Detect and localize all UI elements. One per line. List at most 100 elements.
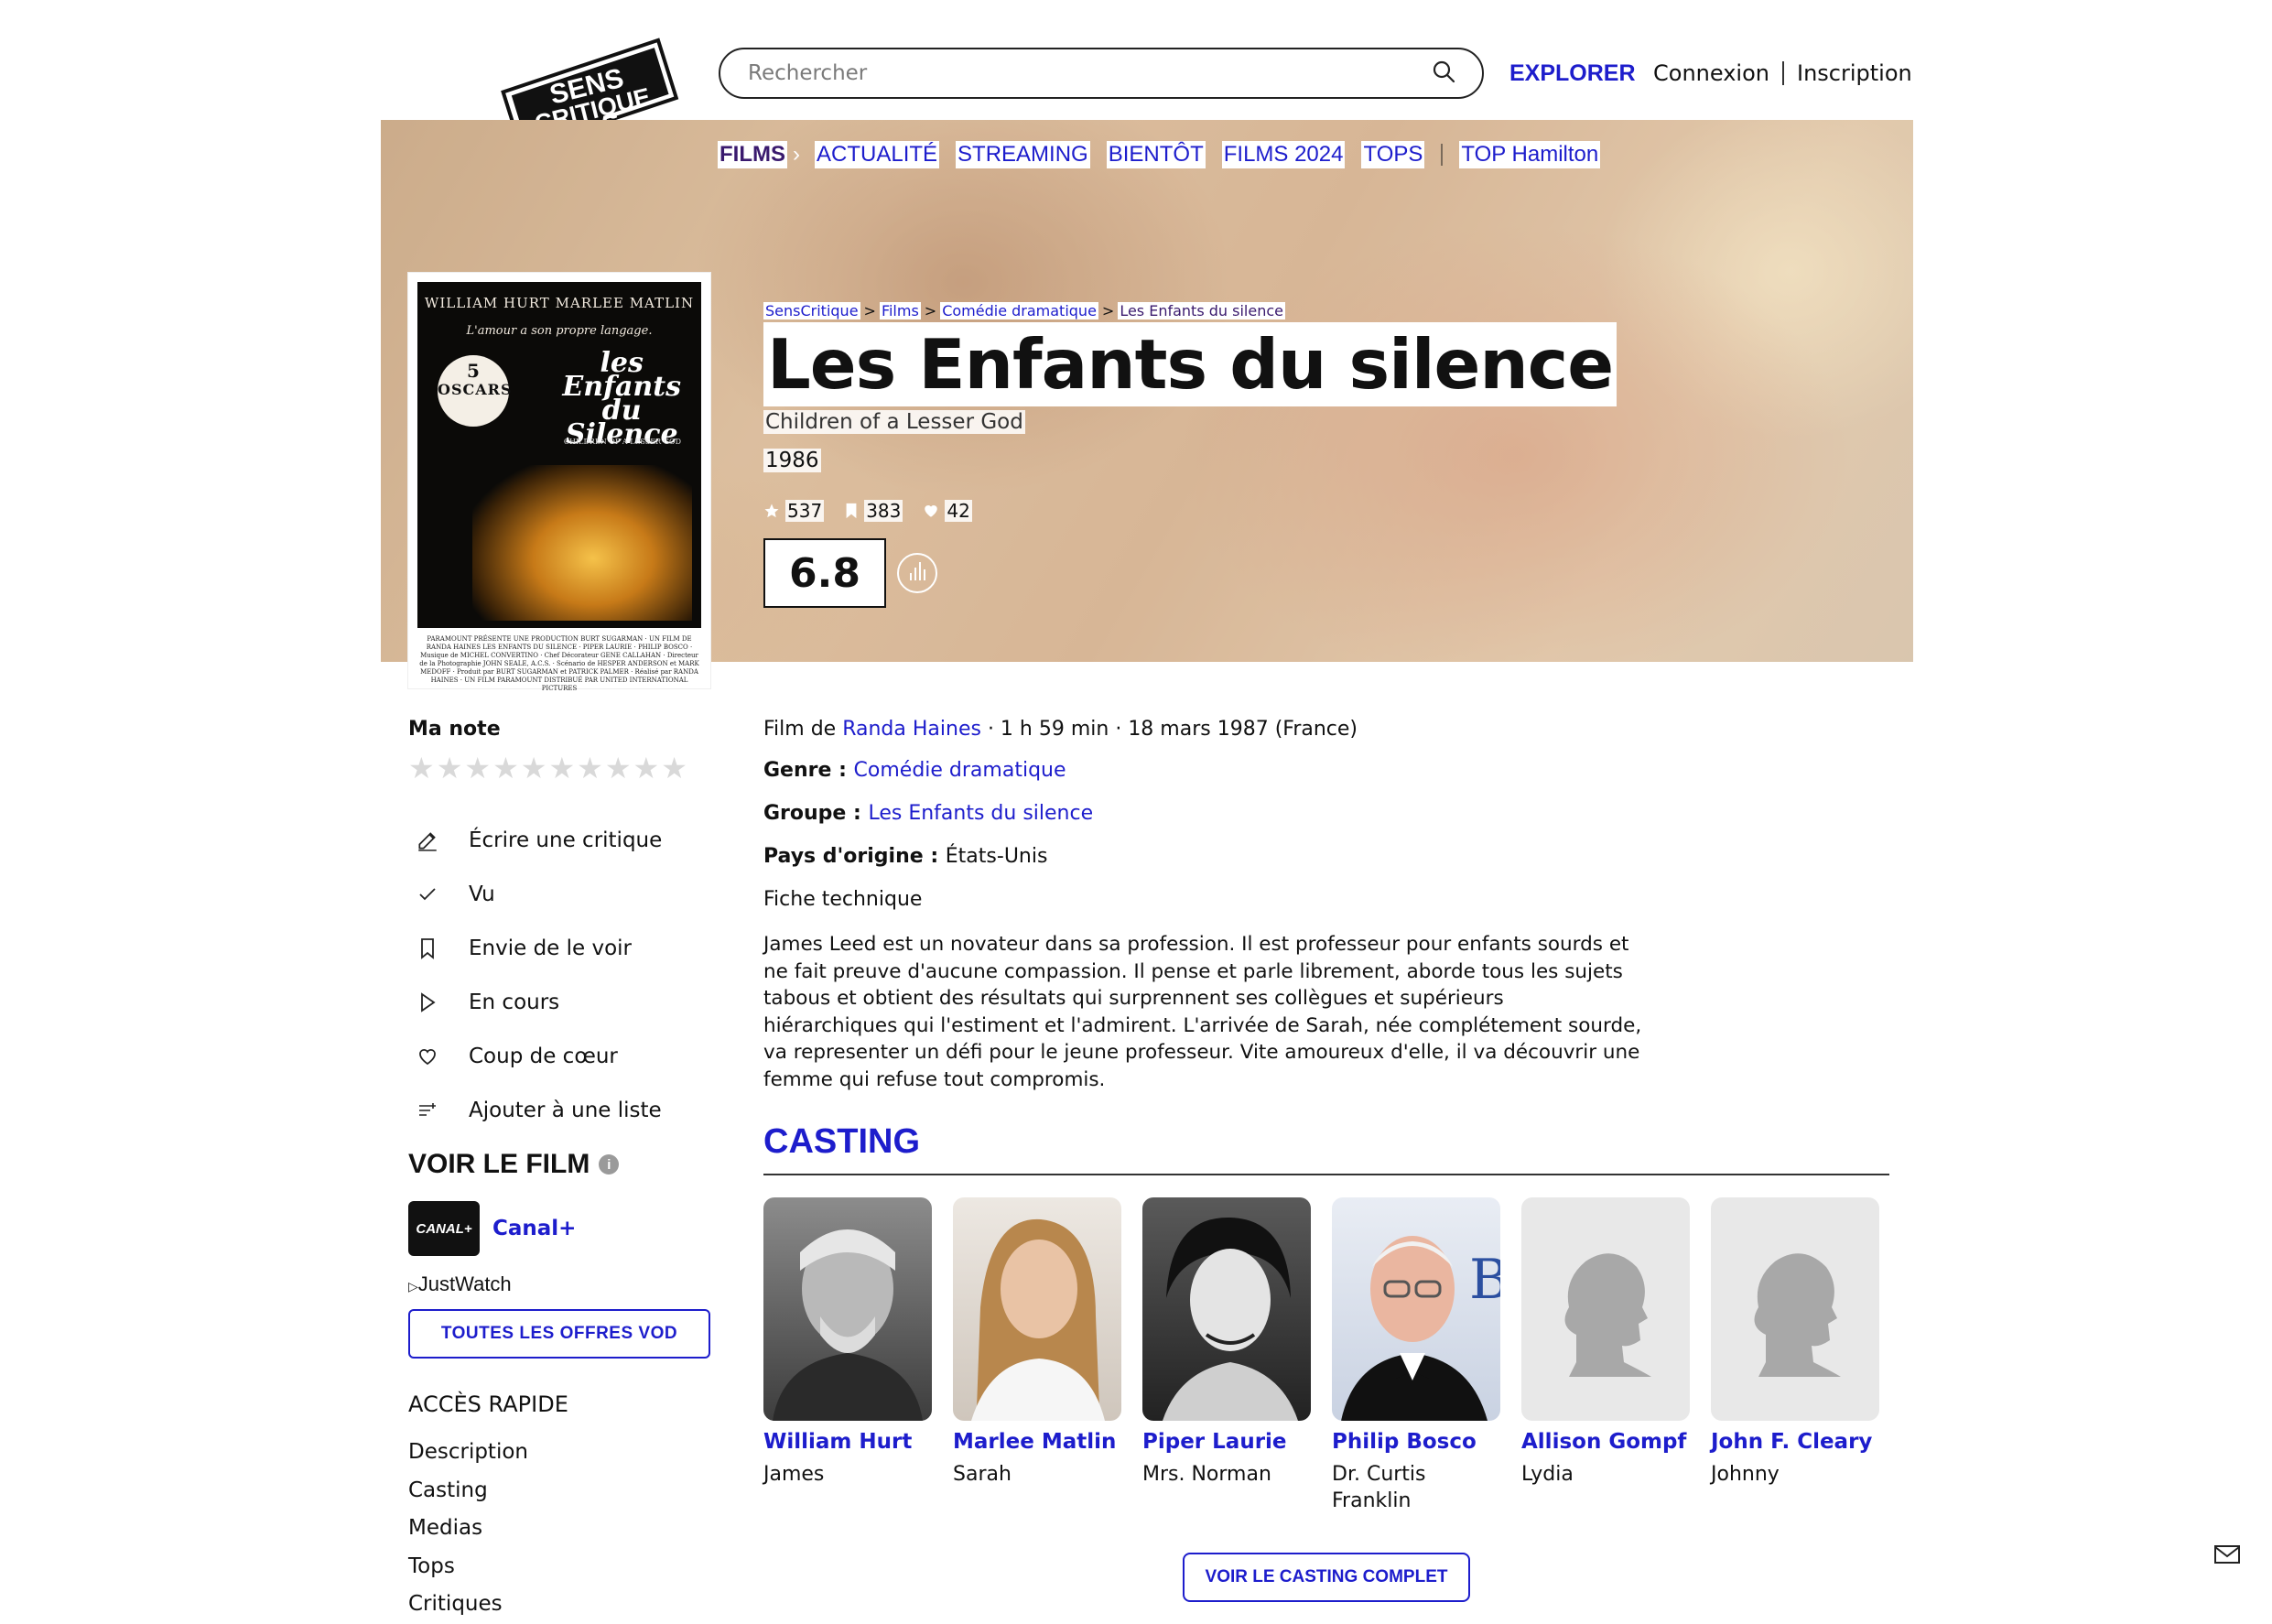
actor-name[interactable]: Philip Bosco [1332,1428,1500,1456]
breadcrumb-genre[interactable]: Comédie dramatique [940,302,1098,319]
favorite-action[interactable]: Coup de cœur [414,1029,707,1083]
cast-card[interactable]: Piper Laurie Mrs. Norman [1142,1197,1311,1514]
nav-bientot[interactable]: BIENTÔT [1106,141,1206,168]
action-label: Ajouter à une liste [469,1098,662,1122]
poster-subtitle: CHILDREN OF A LESSER GOD [563,438,681,446]
quick-link-medias[interactable]: Medias [408,1510,528,1548]
poster-tagline: L'amour a son propre langage. [466,324,653,338]
nav-actualite[interactable]: ACTUALITÉ [815,141,940,168]
play-icon [414,989,441,1016]
director-link[interactable]: Randa Haines [842,718,981,741]
cast-card[interactable]: B Philip Bosco Dr. Curtis Franklin [1332,1197,1500,1514]
rating-star[interactable]: ★ [464,752,491,784]
search-bar [719,48,1484,99]
ratings-count: 537 [763,500,825,522]
page-title: Les Enfants du silence [763,322,1617,406]
rating-star[interactable]: ★ [661,752,687,784]
placeholder-avatar-icon[interactable] [1521,1197,1690,1421]
rating-star[interactable]: ★ [492,752,519,784]
all-vod-offers-button[interactable]: TOUTES LES OFFRES VOD [408,1309,710,1359]
provider-canal-plus[interactable]: CANAL+ Canal+ [408,1201,576,1256]
oscar-badge: 5 OSCARS [438,355,512,427]
duration-release: · 1 h 59 min · 18 mars 1987 (France) [980,718,1358,741]
group-link[interactable]: Les Enfants du silence [868,802,1093,825]
nav-top-hamilton[interactable]: TOP Hamilton [1459,141,1601,168]
country-label: Pays d'origine : [763,845,946,868]
watch-section-title: VOIR LE FILM i [408,1149,620,1180]
tech-sheet-link[interactable]: Fiche technique [763,888,922,911]
justwatch-logo[interactable]: ▷JustWatch [408,1272,512,1296]
my-rating-label: Ma note [408,718,501,741]
nav-tops[interactable]: TOPS [1361,141,1425,168]
poster-image [472,465,692,621]
heart-icon [414,1043,441,1070]
breadcrumb-films[interactable]: Films [879,302,921,319]
full-cast-button[interactable]: VOIR LE CASTING COMPLET [1183,1553,1470,1602]
nav-divider [1441,144,1444,166]
actor-name[interactable]: John F. Cleary [1711,1428,1879,1456]
main-nav: FILMS › ACTUALITÉ STREAMING BIENTÔT FILM… [718,141,1617,168]
rating-star[interactable]: ★ [605,752,632,784]
country-row: Pays d'origine : États-Unis [763,845,1047,868]
actor-name[interactable]: Marlee Matlin [953,1428,1121,1456]
genre-link[interactable]: Comédie dramatique [854,759,1066,782]
rating-distribution-icon[interactable] [897,553,937,593]
login-link[interactable]: Connexion [1653,60,1769,86]
search-icon[interactable] [1431,59,1456,88]
rating-star[interactable]: ★ [437,752,463,784]
actor-name[interactable]: Allison Gompf [1521,1428,1690,1456]
in-progress-action[interactable]: En cours [414,975,707,1029]
nav-films[interactable]: FILMS [718,141,787,168]
placeholder-avatar-icon[interactable] [1711,1197,1879,1421]
poster-actors: WILLIAM HURT MARLEE MATLIN [424,295,695,311]
rating-star[interactable]: ★ [548,752,575,784]
breadcrumb-current[interactable]: Les Enfants du silence [1118,302,1285,319]
quick-link-tops[interactable]: Tops [408,1548,528,1586]
rating-star[interactable]: ★ [408,752,435,784]
actor-photo[interactable] [1142,1197,1311,1421]
nav-films-2024[interactable]: FILMS 2024 [1221,141,1346,168]
rating-star[interactable]: ★ [521,752,547,784]
wishlist-action[interactable]: Envie de le voir [414,921,707,975]
signup-link[interactable]: Inscription [1797,60,1912,86]
favorites-count-value: 42 [945,500,972,522]
rating-star[interactable]: ★ [577,752,603,784]
original-title: Children of a Lesser God [763,410,1025,434]
cast-card[interactable]: Allison Gompf Lydia [1521,1197,1690,1514]
casting-divider [763,1174,1889,1175]
action-list: Écrire une critique Vu Envie de le voir … [414,813,707,1137]
svg-text:B: B [1469,1248,1500,1312]
check-icon [414,881,441,908]
info-icon[interactable]: i [599,1154,620,1175]
poster-credits: PARAMOUNT PRÉSENTE UNE PRODUCTION BURT S… [419,635,699,692]
actor-name[interactable]: Piper Laurie [1142,1428,1311,1456]
actor-photo[interactable] [953,1197,1121,1421]
mail-icon[interactable] [2213,1543,2241,1569]
search-input[interactable] [746,60,1431,86]
provider-name[interactable]: Canal+ [492,1217,576,1240]
actor-photo[interactable]: B [1332,1197,1500,1421]
breadcrumb-senscritique[interactable]: SensCritique [763,302,860,319]
action-label: En cours [469,990,560,1014]
actor-name[interactable]: William Hurt [763,1428,932,1456]
character-name: Lydia [1521,1463,1574,1486]
seen-action[interactable]: Vu [414,867,707,921]
justwatch-icon: ▷ [408,1279,418,1294]
quick-link-description[interactable]: Description [408,1434,528,1472]
country-value: États-Unis [945,845,1048,868]
add-to-list-action[interactable]: Ajouter à une liste [414,1083,707,1137]
write-review-action[interactable]: Écrire une critique [414,813,707,867]
quick-link-casting[interactable]: Casting [408,1472,528,1510]
actor-photo[interactable] [763,1197,932,1421]
cast-card[interactable]: John F. Cleary Johnny [1711,1197,1879,1514]
cast-card[interactable]: William Hurt James [763,1197,932,1514]
cast-card[interactable]: Marlee Matlin Sarah [953,1197,1121,1514]
character-name: James [763,1463,825,1486]
nav-streaming[interactable]: STREAMING [956,141,1090,168]
movie-poster[interactable]: WILLIAM HURT MARLEE MATLIN L'amour a son… [408,273,710,692]
quick-link-critiques[interactable]: Critiques [408,1586,528,1624]
rating-star[interactable]: ★ [633,752,660,784]
explore-link[interactable]: EXPLORER [1509,60,1636,87]
rating-stars[interactable]: ★ ★ ★ ★ ★ ★ ★ ★ ★ ★ [408,752,687,784]
heart-icon [925,505,938,517]
